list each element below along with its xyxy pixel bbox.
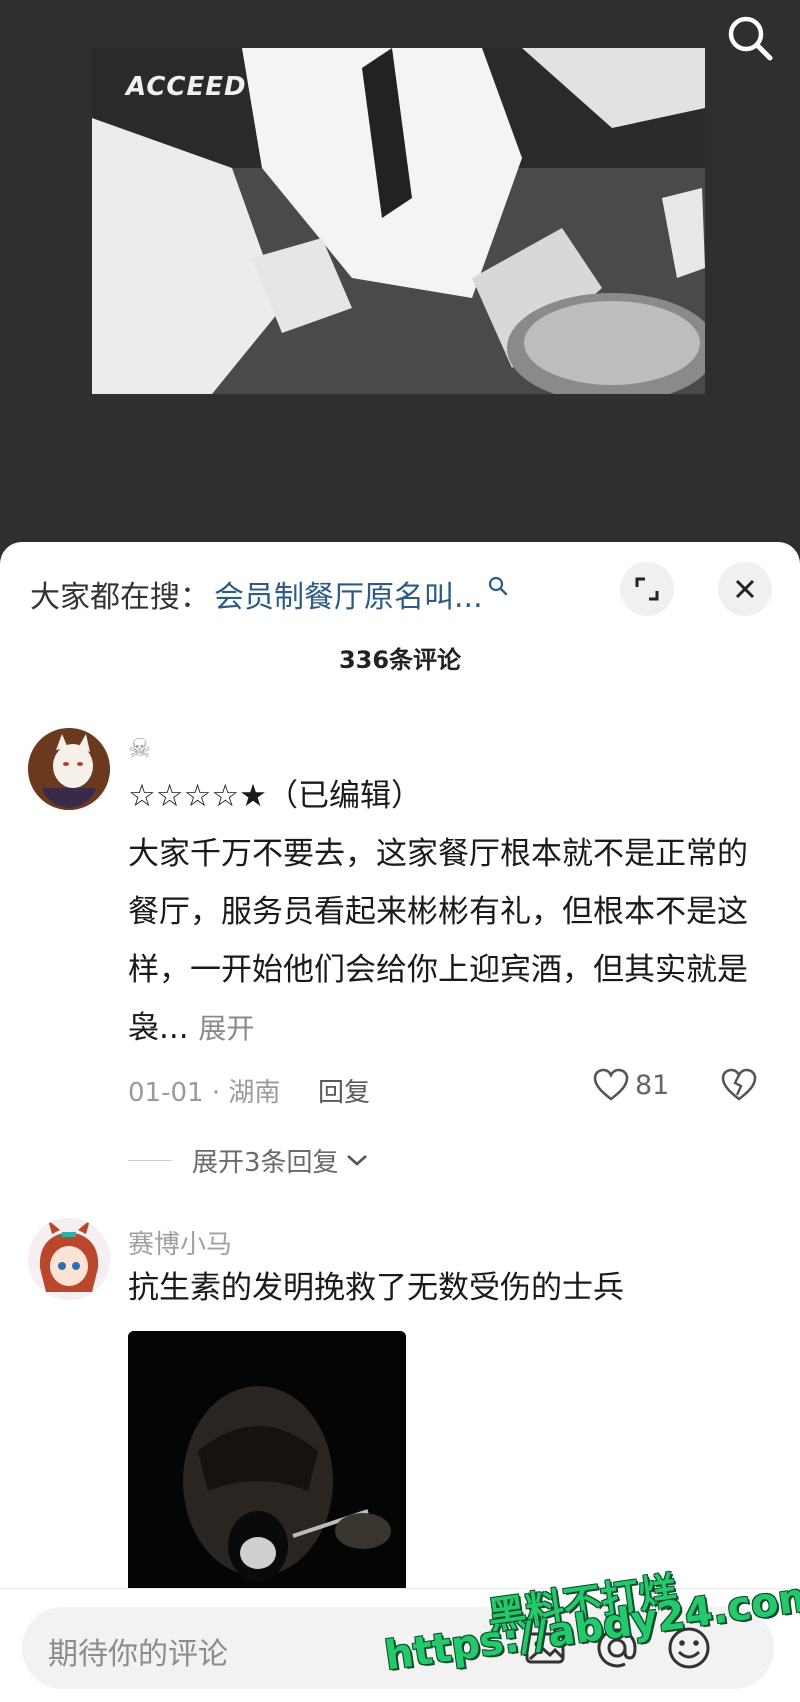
comment-text: ☆☆☆☆★（已编辑） 大家千万不要去，这家餐厅根本就不是正常的餐厅，服务员看起来… — [128, 767, 748, 1058]
reply-button[interactable]: 回复 — [318, 1072, 370, 1109]
expand-comment-link[interactable]: 展开 — [198, 1012, 254, 1045]
comment-count-title: 336条评论 — [338, 646, 462, 674]
comment-username[interactable]: ☠ — [128, 734, 151, 764]
comment-rating-line: ☆☆☆☆★（已编辑） — [128, 778, 422, 814]
avatar[interactable] — [28, 1218, 110, 1300]
comments-sheet: 大家都在搜： 会员制餐厅原名叫... 336条评论 ☠ ☆☆☆☆★（已编辑） 大… — [0, 542, 800, 1701]
hot-search-query-link[interactable]: 会员制餐厅原名叫... — [214, 572, 483, 616]
comment-date-location: 01-01 · 湖南 — [128, 1078, 281, 1108]
video-watermark-logo: ACCEED — [126, 72, 247, 102]
like-count: 81 — [635, 1069, 670, 1101]
dislike-button[interactable] — [721, 1068, 757, 1109]
comment-username[interactable]: 赛博小马 — [128, 1224, 232, 1261]
divider — [128, 1159, 172, 1161]
comment-meta: 01-01 · 湖南 回复 81 — [128, 1068, 768, 1108]
broken-heart-icon — [721, 1068, 757, 1101]
fullscreen-button[interactable] — [620, 562, 674, 616]
close-button[interactable] — [718, 562, 772, 616]
search-icon[interactable] — [724, 12, 776, 64]
like-button[interactable]: 81 — [593, 1068, 669, 1102]
close-icon — [735, 579, 755, 599]
small-search-icon — [488, 576, 507, 596]
hot-search-bar[interactable]: 大家都在搜： 会员制餐厅原名叫... — [30, 572, 509, 616]
expand-icon — [635, 577, 659, 601]
hot-search-prefix: 大家都在搜： — [30, 580, 210, 615]
chevron-down-icon — [346, 1155, 367, 1166]
expand-replies-label: 展开3条回复 — [192, 1147, 339, 1178]
video-player[interactable]: ACCEED — [0, 0, 800, 545]
expand-replies-button[interactable]: 展开3条回复 — [128, 1140, 369, 1180]
comment-input-placeholder: 期待你的评论 — [48, 1637, 228, 1672]
heart-icon — [593, 1068, 629, 1101]
video-frame[interactable]: ACCEED — [92, 48, 705, 394]
comment-body: 抗生素的发明挽救了无数受伤的士兵 — [128, 1270, 624, 1306]
avatar[interactable] — [28, 728, 110, 810]
